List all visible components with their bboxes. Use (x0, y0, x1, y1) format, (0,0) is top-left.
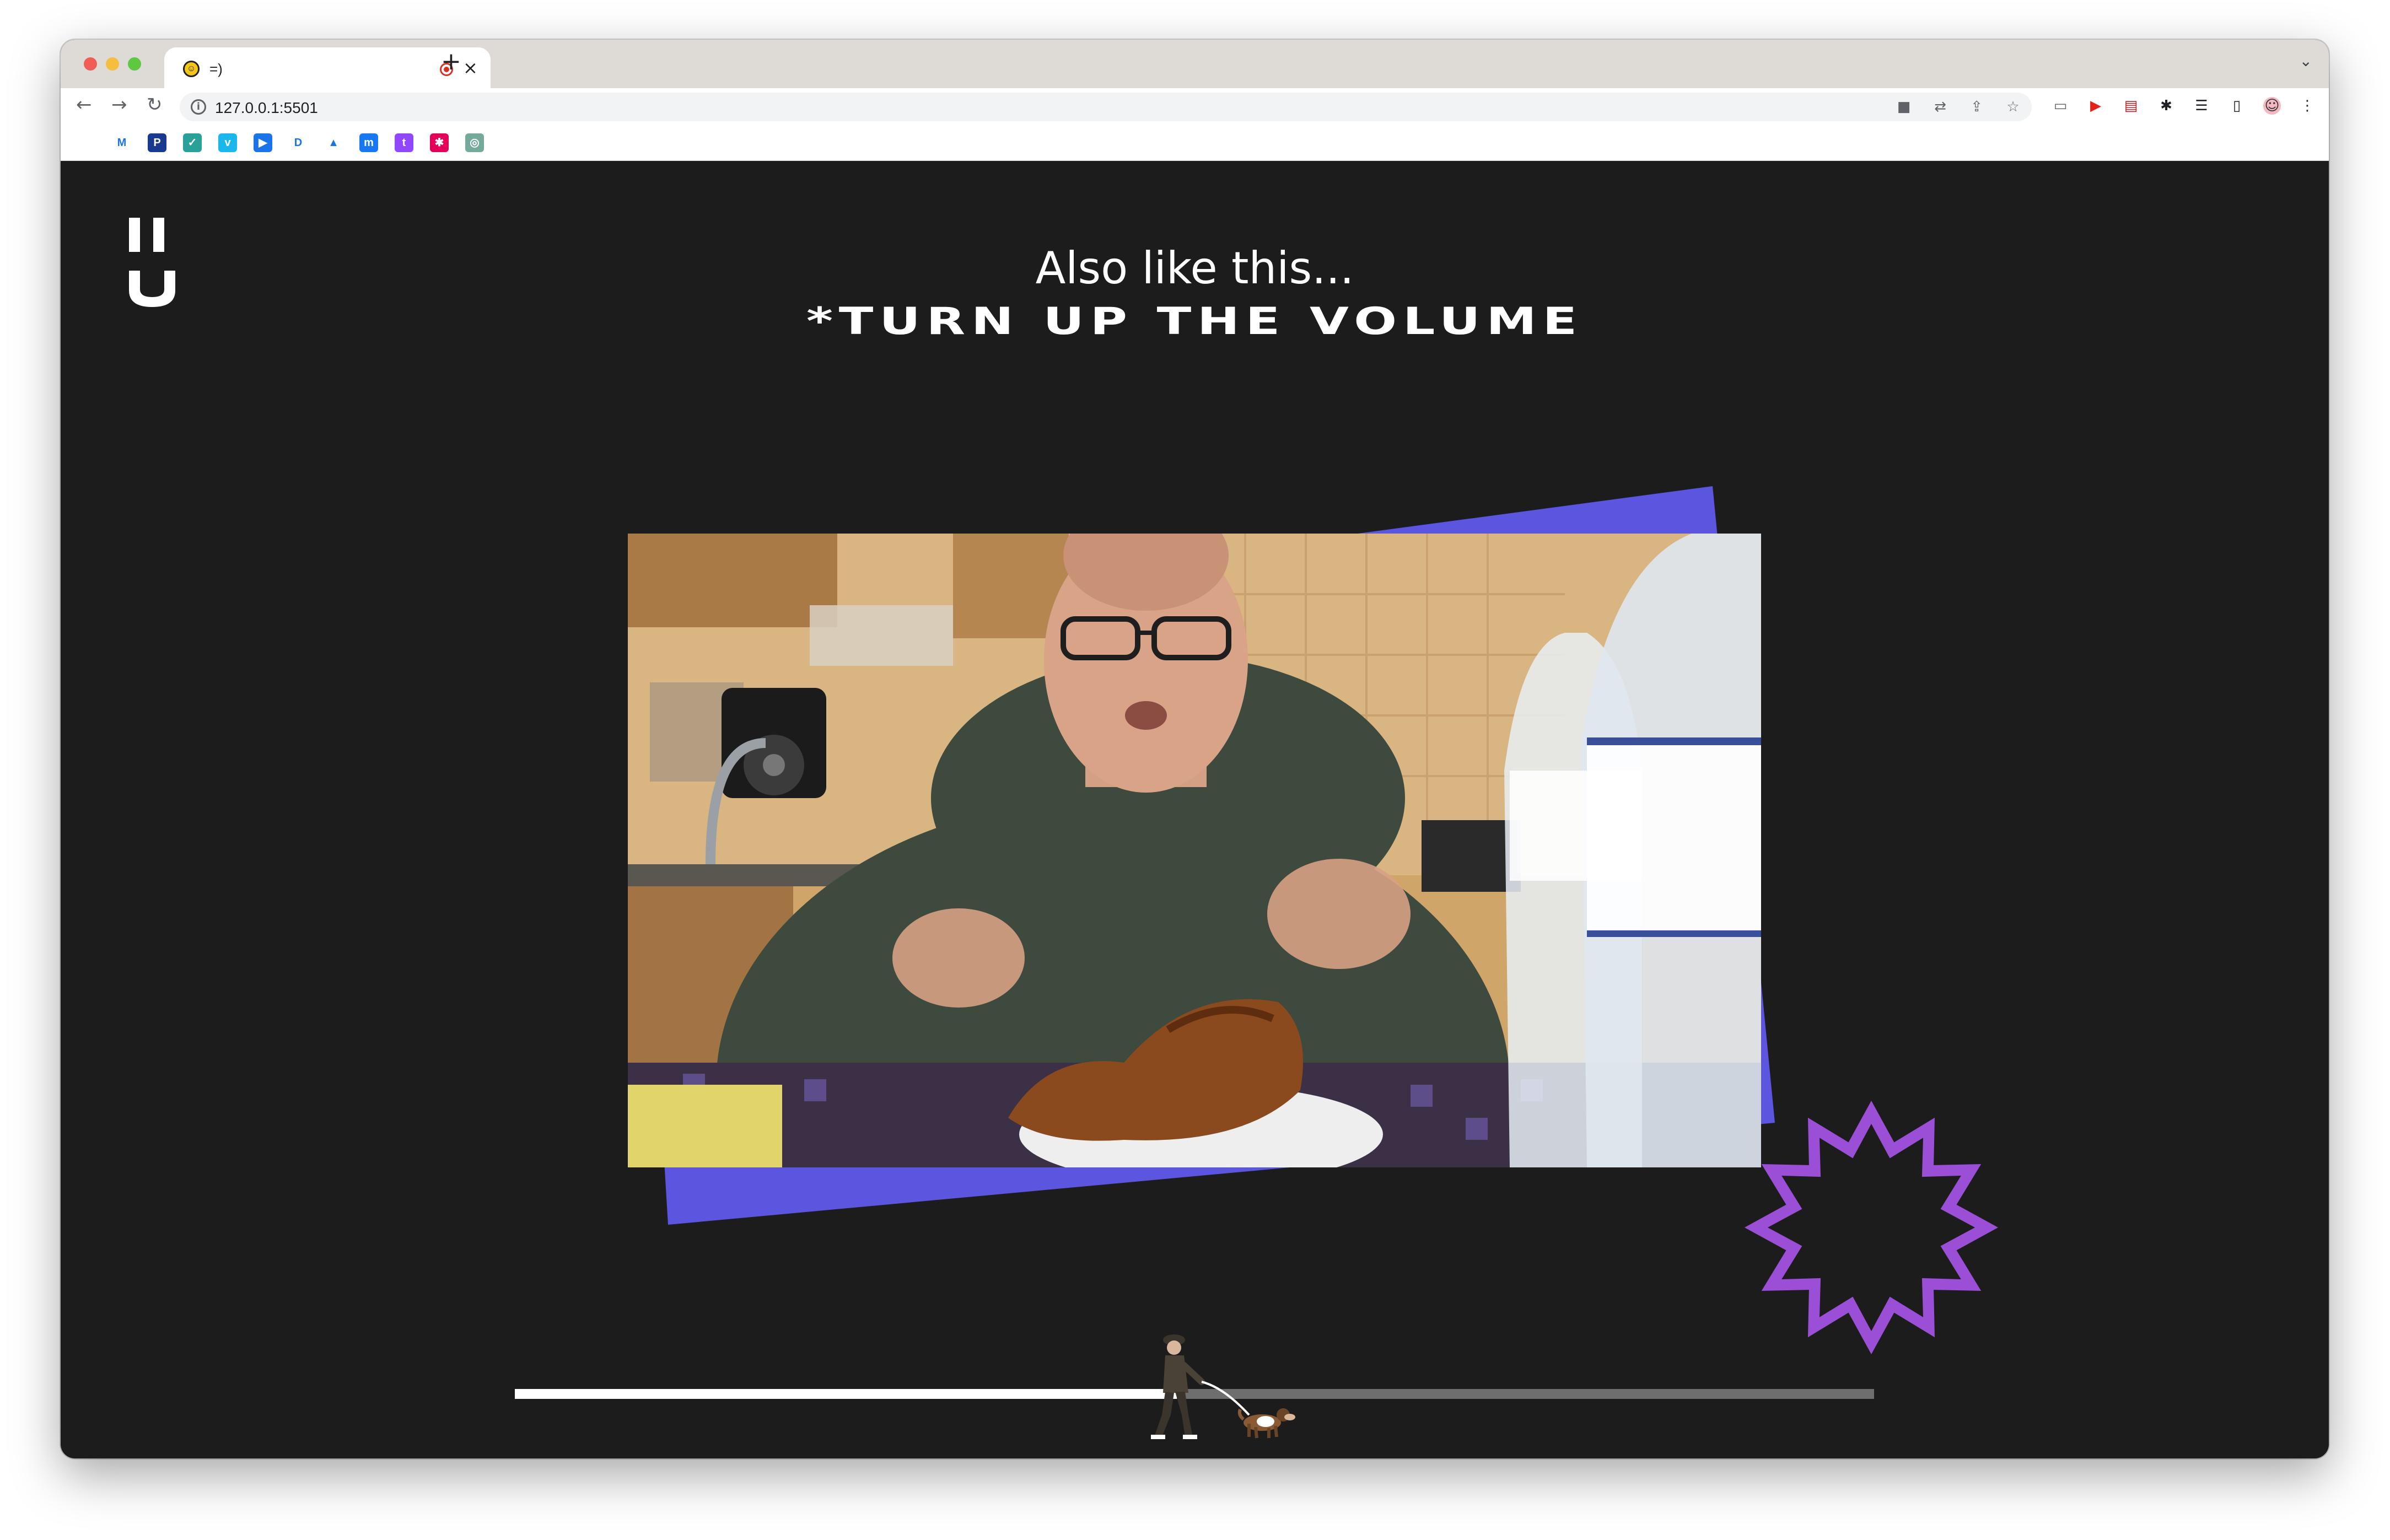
new-tab-button[interactable]: + (441, 47, 461, 76)
vimeo-icon[interactable]: v (218, 133, 237, 152)
address-bar[interactable]: i 127.0.0.1:5501 ■ ⇄ ⇪ ☆ (180, 93, 2032, 121)
translate-icon[interactable]: ⇄ (1931, 98, 1949, 116)
back-icon[interactable]: ← (76, 94, 92, 116)
camera-icon[interactable]: ■ (1895, 98, 1913, 116)
minimize-window-button[interactable] (106, 57, 119, 71)
profile-avatar[interactable]: ☺ (2263, 97, 2281, 115)
url-text[interactable]: 127.0.0.1:5501 (215, 99, 318, 117)
bookmark-check-icon[interactable]: ✓ (183, 133, 202, 152)
reading-list-icon[interactable]: ☰ (2193, 97, 2210, 115)
disney-icon[interactable]: D (289, 133, 308, 152)
browser-window: ☺ =) × + ⌄ ← → ↻ i 127.0.0.1:5501 ■ ⇄ ⇪ … (61, 40, 2329, 1458)
section-heading: Also like this... (1035, 243, 1354, 294)
cast-icon[interactable]: ▭ (2052, 97, 2069, 115)
history-icon[interactable] (77, 133, 96, 152)
tab-title: =) (209, 61, 223, 77)
bookmarks-bar: M P ✓ v ▶ D ▲ m t ✱ ◎ (61, 125, 2329, 161)
messenger-icon[interactable]: m (359, 133, 378, 152)
video-frame (628, 534, 1761, 1167)
dog-walker-illustration (1151, 1334, 1295, 1439)
bookmark-pink-icon[interactable]: ✱ (430, 133, 449, 152)
close-tab-icon[interactable]: × (463, 57, 478, 78)
play-icon[interactable]: ▶ (254, 133, 272, 152)
maximize-window-button[interactable] (128, 57, 141, 71)
page-content: Also like this... *TURN UP THE VOLUME (61, 161, 2329, 1458)
bookmark-gpt-icon[interactable]: ◎ (465, 133, 484, 152)
section-subheading: *TURN UP THE VOLUME (806, 300, 1584, 343)
site-info-icon[interactable]: i (191, 99, 206, 115)
tab-strip: ☺ =) × + ⌄ (61, 40, 2329, 88)
youtube-icon[interactable]: ▶ (2087, 97, 2104, 115)
starburst-decoration (1745, 1101, 1998, 1354)
more-icon[interactable]: ⋮ (2299, 97, 2316, 115)
pdf-icon[interactable]: ▤ (2122, 97, 2140, 115)
drive-icon[interactable]: ▲ (324, 133, 343, 152)
forward-icon[interactable]: → (111, 94, 127, 116)
sidepanel-icon[interactable]: ▯ (2228, 97, 2246, 115)
bookmark-p-icon[interactable]: P (148, 133, 166, 152)
twitch-icon[interactable]: t (395, 133, 413, 152)
close-window-button[interactable] (84, 57, 97, 71)
puzzle-icon[interactable]: ✱ (2157, 97, 2175, 115)
star-icon[interactable]: ☆ (2004, 98, 2022, 116)
starburst-inner (1768, 1124, 1975, 1331)
share-icon[interactable]: ⇪ (1968, 98, 1985, 116)
scroll-progress-fill (515, 1389, 1177, 1399)
smiley-icon: ☺ (183, 61, 200, 77)
browser-toolbar: ← → ↻ i 127.0.0.1:5501 ■ ⇄ ⇪ ☆ ▭ ▶ ▤ ✱ ☰… (61, 88, 2329, 125)
reload-icon[interactable]: ↻ (147, 94, 163, 116)
tab-search-dropdown-icon[interactable]: ⌄ (2300, 52, 2312, 70)
video-player[interactable] (628, 534, 1761, 1167)
gmail-icon[interactable]: M (112, 133, 131, 152)
